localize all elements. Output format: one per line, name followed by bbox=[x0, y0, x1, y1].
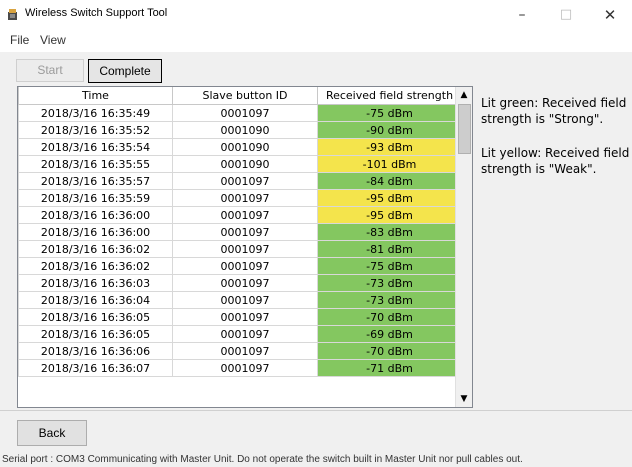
table-row[interactable]: 2018/3/16 16:36:06 0001097 -70 dBm bbox=[18, 342, 462, 360]
cell-slave-id: 0001097 bbox=[172, 291, 318, 309]
cell-field-strength: -69 dBm bbox=[317, 325, 462, 343]
menu-view[interactable]: View bbox=[40, 33, 66, 47]
vertical-scrollbar[interactable]: ▲ ▼ bbox=[455, 87, 472, 407]
cell-slave-id: 0001097 bbox=[172, 223, 318, 241]
table-row[interactable]: 2018/3/16 16:36:05 0001097 -69 dBm bbox=[18, 325, 462, 343]
cell-slave-id: 0001097 bbox=[172, 104, 318, 122]
table-row[interactable]: 2018/3/16 16:35:54 0001090 -93 dBm bbox=[18, 138, 462, 156]
scroll-up-arrow-icon[interactable]: ▲ bbox=[456, 87, 472, 103]
cell-slave-id: 0001097 bbox=[172, 172, 318, 190]
cell-field-strength: -90 dBm bbox=[317, 121, 462, 139]
table-row[interactable]: 2018/3/16 16:36:03 0001097 -73 dBm bbox=[18, 274, 462, 292]
cell-slave-id: 0001090 bbox=[172, 155, 318, 173]
table-row[interactable]: 2018/3/16 16:36:00 0001097 -83 dBm bbox=[18, 223, 462, 241]
cell-time: 2018/3/16 16:35:49 bbox=[18, 104, 173, 122]
window-title: Wireless Switch Support Tool bbox=[25, 7, 168, 19]
cell-slave-id: 0001097 bbox=[172, 308, 318, 326]
table-row[interactable]: 2018/3/16 16:36:00 0001097 -95 dBm bbox=[18, 206, 462, 224]
cell-slave-id: 0001097 bbox=[172, 359, 318, 377]
signal-log-table[interactable]: Time Slave button ID Received field stre… bbox=[17, 86, 473, 408]
cell-slave-id: 0001097 bbox=[172, 240, 318, 258]
cell-time: 2018/3/16 16:36:06 bbox=[18, 342, 173, 360]
cell-field-strength: -70 dBm bbox=[317, 342, 462, 360]
table-header-row: Time Slave button ID Received field stre… bbox=[18, 87, 462, 105]
cell-field-strength: -75 dBm bbox=[317, 104, 462, 122]
status-bar: Serial port : COM3 Communicating with Ma… bbox=[2, 454, 523, 465]
table-row[interactable]: 2018/3/16 16:35:55 0001090 -101 dBm bbox=[18, 155, 462, 173]
cell-field-strength: -84 dBm bbox=[317, 172, 462, 190]
minimize-button[interactable]: – bbox=[500, 0, 544, 30]
table-row[interactable]: 2018/3/16 16:36:02 0001097 -81 dBm bbox=[18, 240, 462, 258]
table-row[interactable]: 2018/3/16 16:35:57 0001097 -84 dBm bbox=[18, 172, 462, 190]
cell-field-strength: -83 dBm bbox=[317, 223, 462, 241]
complete-button[interactable]: Complete bbox=[88, 59, 162, 83]
table-row[interactable]: 2018/3/16 16:36:05 0001097 -70 dBm bbox=[18, 308, 462, 326]
title-bar: Wireless Switch Support Tool – □ ✕ bbox=[0, 0, 632, 30]
menu-file[interactable]: File bbox=[10, 33, 29, 47]
start-button[interactable]: Start bbox=[16, 59, 84, 82]
column-header-slave-id[interactable]: Slave button ID bbox=[172, 87, 318, 105]
cell-time: 2018/3/16 16:36:03 bbox=[18, 274, 173, 292]
cell-time: 2018/3/16 16:36:00 bbox=[18, 206, 173, 224]
cell-time: 2018/3/16 16:36:05 bbox=[18, 325, 173, 343]
table-row[interactable]: 2018/3/16 16:35:49 0001097 -75 dBm bbox=[18, 104, 462, 122]
app-icon bbox=[8, 9, 17, 20]
cell-slave-id: 0001090 bbox=[172, 138, 318, 156]
table-row[interactable]: 2018/3/16 16:36:07 0001097 -71 dBm bbox=[18, 359, 462, 377]
cell-slave-id: 0001097 bbox=[172, 342, 318, 360]
cell-slave-id: 0001097 bbox=[172, 274, 318, 292]
table-row[interactable]: 2018/3/16 16:35:52 0001090 -90 dBm bbox=[18, 121, 462, 139]
cell-field-strength: -73 dBm bbox=[317, 274, 462, 292]
cell-time: 2018/3/16 16:35:52 bbox=[18, 121, 173, 139]
table-row[interactable]: 2018/3/16 16:36:02 0001097 -75 dBm bbox=[18, 257, 462, 275]
cell-slave-id: 0001097 bbox=[172, 257, 318, 275]
scroll-down-arrow-icon[interactable]: ▼ bbox=[456, 391, 472, 407]
cell-field-strength: -71 dBm bbox=[317, 359, 462, 377]
column-header-time[interactable]: Time bbox=[18, 87, 173, 105]
cell-field-strength: -93 dBm bbox=[317, 138, 462, 156]
cell-field-strength: -95 dBm bbox=[317, 189, 462, 207]
column-header-field-strength[interactable]: Received field strength bbox=[317, 87, 462, 105]
cell-field-strength: -75 dBm bbox=[317, 257, 462, 275]
cell-field-strength: -81 dBm bbox=[317, 240, 462, 258]
cell-time: 2018/3/16 16:35:59 bbox=[18, 189, 173, 207]
cell-time: 2018/3/16 16:35:57 bbox=[18, 172, 173, 190]
cell-time: 2018/3/16 16:36:02 bbox=[18, 240, 173, 258]
cell-slave-id: 0001097 bbox=[172, 325, 318, 343]
cell-field-strength: -73 dBm bbox=[317, 291, 462, 309]
divider bbox=[0, 410, 632, 411]
cell-field-strength: -101 dBm bbox=[317, 155, 462, 173]
scroll-thumb[interactable] bbox=[458, 104, 471, 154]
menu-bar: File View bbox=[0, 30, 632, 52]
cell-time: 2018/3/16 16:35:54 bbox=[18, 138, 173, 156]
cell-time: 2018/3/16 16:36:04 bbox=[18, 291, 173, 309]
cell-field-strength: -95 dBm bbox=[317, 206, 462, 224]
cell-time: 2018/3/16 16:36:02 bbox=[18, 257, 173, 275]
cell-slave-id: 0001097 bbox=[172, 189, 318, 207]
close-button[interactable]: ✕ bbox=[588, 0, 632, 30]
cell-time: 2018/3/16 16:35:55 bbox=[18, 155, 173, 173]
cell-time: 2018/3/16 16:36:05 bbox=[18, 308, 173, 326]
cell-time: 2018/3/16 16:36:07 bbox=[18, 359, 173, 377]
table-row[interactable]: 2018/3/16 16:35:59 0001097 -95 dBm bbox=[18, 189, 462, 207]
legend-strong: Lit green: Received field strength is "S… bbox=[481, 96, 627, 126]
table-row[interactable]: 2018/3/16 16:36:04 0001097 -73 dBm bbox=[18, 291, 462, 309]
legend-weak: Lit yellow: Received field strength is "… bbox=[481, 146, 630, 176]
back-button[interactable]: Back bbox=[17, 420, 87, 446]
maximize-button[interactable]: □ bbox=[544, 0, 588, 30]
cell-field-strength: -70 dBm bbox=[317, 308, 462, 326]
cell-slave-id: 0001097 bbox=[172, 206, 318, 224]
cell-time: 2018/3/16 16:36:00 bbox=[18, 223, 173, 241]
cell-slave-id: 0001090 bbox=[172, 121, 318, 139]
